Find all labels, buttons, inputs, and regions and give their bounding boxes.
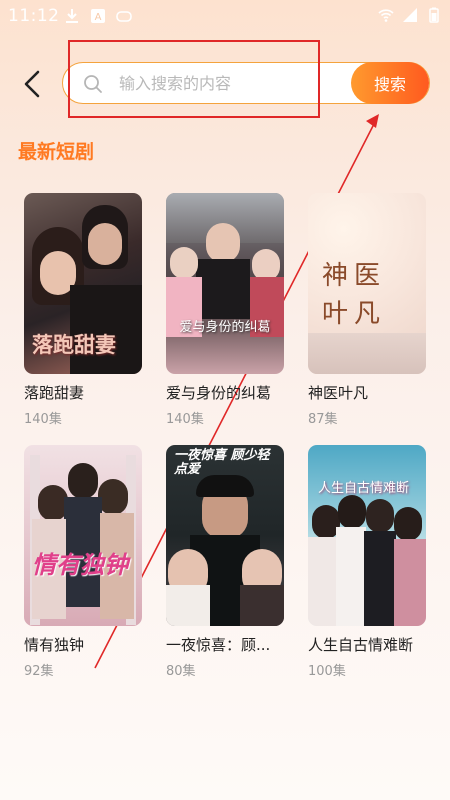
status-notification-icons: A xyxy=(64,8,132,24)
drama-cover: 情有独钟 xyxy=(24,445,142,626)
drama-card[interactable]: 人生自古情难断 人生自古情难断 100集 xyxy=(308,445,426,679)
drama-episodes: 100集 xyxy=(308,664,346,679)
cover-title: 一夜惊喜 顾少轻点爱 xyxy=(174,448,270,477)
drama-title: 落跑甜妻 xyxy=(24,384,85,402)
drama-cover: 人生自古情难断 xyxy=(308,445,426,626)
cover-title: 爱与身份的纠葛 xyxy=(179,320,271,335)
cover-title: 落跑甜妻 xyxy=(32,333,116,357)
drama-title: 人生自古情难断 xyxy=(308,636,414,654)
drama-card[interactable]: 情有独钟 情有独钟 92集 xyxy=(24,445,142,679)
drama-episodes: 80集 xyxy=(166,664,196,679)
cover-title: 神医叶凡 xyxy=(322,261,387,329)
drama-card[interactable]: 落跑甜妻 落跑甜妻 140集 xyxy=(24,193,142,427)
drama-cover: 一夜惊喜 顾少轻点爱 xyxy=(166,445,284,626)
drama-card[interactable]: 神医叶凡 神医叶凡 87集 xyxy=(308,193,426,427)
search-button[interactable]: 搜索 xyxy=(351,61,429,104)
drama-episodes: 87集 xyxy=(308,412,338,427)
drama-card[interactable]: 爱与身份的纠葛 爱与身份的纠葛 140集 xyxy=(166,193,284,427)
drama-episodes: 92集 xyxy=(24,664,54,679)
svg-text:A: A xyxy=(95,12,102,23)
drama-cover: 爱与身份的纠葛 xyxy=(166,193,284,374)
drama-title: 神医叶凡 xyxy=(308,384,369,402)
cover-title: 人生自古情难断 xyxy=(318,481,410,496)
app-a-icon: A xyxy=(91,9,105,23)
status-system-icons xyxy=(378,7,442,23)
drama-title: 情有独钟 xyxy=(24,636,85,654)
drama-episodes: 140集 xyxy=(24,412,62,427)
drama-cover: 落跑甜妻 xyxy=(24,193,142,374)
status-bar: 11:12 A xyxy=(0,0,450,32)
drama-title: 一夜惊喜：顾... xyxy=(166,636,271,654)
back-button[interactable] xyxy=(18,66,50,102)
status-time: 11:12 xyxy=(8,6,60,26)
drama-episodes: 140集 xyxy=(166,412,204,427)
annotation-highlight-box xyxy=(68,40,320,118)
battery-icon xyxy=(429,7,439,23)
section-title: 最新短剧 xyxy=(18,141,95,163)
download-icon xyxy=(66,9,78,23)
wifi-icon xyxy=(378,9,394,22)
drama-cover: 神医叶凡 xyxy=(308,193,426,374)
drama-title: 爱与身份的纠葛 xyxy=(166,384,272,402)
cover-title: 情有独钟 xyxy=(32,551,128,579)
back-arrow-icon xyxy=(24,70,40,98)
gamepad-icon xyxy=(116,11,132,22)
signal-icon xyxy=(403,8,417,22)
drama-card[interactable]: 一夜惊喜 顾少轻点爱 一夜惊喜：顾... 80集 xyxy=(166,445,284,679)
